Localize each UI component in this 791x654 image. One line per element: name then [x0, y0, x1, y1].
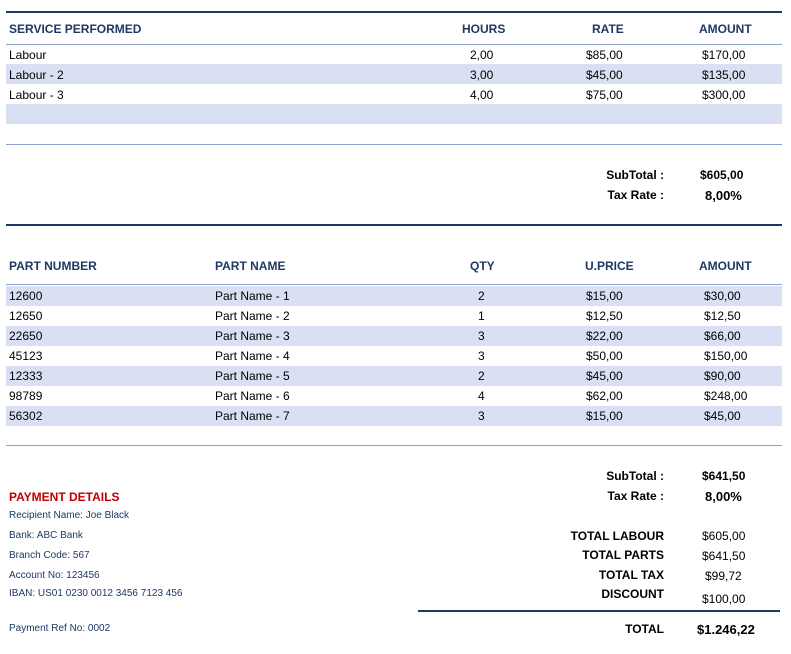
part-uprice: $15,00: [586, 409, 623, 423]
part-name: Part Name - 2: [215, 309, 290, 323]
part-uprice: $15,00: [586, 289, 623, 303]
qty-header: QTY: [470, 259, 495, 273]
payment-branch: Branch Code: 567: [9, 550, 90, 561]
part-name: Part Name - 1: [215, 289, 290, 303]
services-subtotal-label: SubTotal :: [606, 168, 664, 182]
service-rate: $75,00: [586, 88, 623, 102]
parts-subtotal-value: $641,50: [702, 469, 746, 483]
discount-label: DISCOUNT: [601, 587, 664, 601]
part-number: 12333: [9, 369, 43, 383]
total-labour-label: TOTAL LABOUR: [570, 529, 664, 543]
part-amount: $150,00: [704, 349, 748, 363]
total-tax-value: $99,72: [705, 569, 742, 583]
part-amount: $45,00: [704, 409, 741, 423]
services-taxrate-label: Tax Rate :: [607, 188, 664, 202]
parts-bottom-rule: [6, 445, 782, 446]
services-bottom-rule: [6, 144, 782, 145]
part-row: 12600 Part Name - 1 2 $15,00 $30,00: [6, 286, 782, 306]
total-rule: [418, 610, 780, 612]
total-parts-label: TOTAL PARTS: [582, 548, 664, 562]
service-rate: $85,00: [586, 48, 623, 62]
part-amount: $12,50: [704, 309, 741, 323]
part-uprice: $62,00: [586, 389, 623, 403]
part-name: Part Name - 5: [215, 369, 290, 383]
services-taxrate-value: 8,00%: [705, 188, 742, 203]
part-amount: $248,00: [704, 389, 748, 403]
service-row: Labour - 2 3,00 $45,00 $135,00: [6, 65, 782, 85]
parts-subtotal-label: SubTotal :: [606, 469, 664, 483]
service-hours: 2,00: [470, 48, 494, 62]
total-label: TOTAL: [625, 622, 664, 636]
part-number: 45123: [9, 349, 43, 363]
part-amount: $90,00: [704, 369, 741, 383]
payment-details-title: PAYMENT DETAILS: [9, 490, 120, 504]
service-header: SERVICE PERFORMED: [9, 22, 142, 36]
service-name: Labour - 2: [9, 68, 64, 82]
part-name: Part Name - 3: [215, 329, 290, 343]
part-qty: 4: [478, 389, 485, 403]
part-row: 22650 Part Name - 3 3 $22,00 $66,00: [6, 326, 782, 346]
part-number: 12650: [9, 309, 43, 323]
total-tax-label: TOTAL TAX: [598, 568, 664, 582]
part-number: 12600: [9, 289, 43, 303]
part-uprice: $45,00: [586, 369, 623, 383]
hours-header: HOURS: [462, 22, 506, 36]
part-amount: $66,00: [704, 329, 741, 343]
part-uprice: $12,50: [586, 309, 623, 323]
part-row: 45123 Part Name - 4 3 $50,00 $150,00: [6, 346, 782, 366]
service-name: Labour: [9, 48, 47, 62]
payment-account: Account No: 123456: [9, 570, 100, 581]
part-uprice: $50,00: [586, 349, 623, 363]
payment-iban: IBAN: US01 0230 0012 3456 7123 456: [9, 588, 183, 599]
total-labour-value: $605,00: [702, 529, 746, 543]
part-row: 98789 Part Name - 6 4 $62,00 $248,00: [6, 386, 782, 406]
part-name: Part Name - 4: [215, 349, 290, 363]
service-rate: $45,00: [586, 68, 623, 82]
part-number: 56302: [9, 409, 43, 423]
service-hours: 4,00: [470, 88, 494, 102]
total-parts-value: $641,50: [702, 549, 746, 563]
part-qty: 3: [478, 409, 485, 423]
services-subtotal-value: $605,00: [700, 168, 744, 182]
part-number-header: PART NUMBER: [9, 259, 97, 273]
services-top-rule: [6, 11, 782, 13]
amount-header: AMOUNT: [699, 22, 752, 36]
service-amount: $135,00: [702, 68, 746, 82]
part-name-header: PART NAME: [215, 259, 286, 273]
discount-value: $100,00: [702, 592, 746, 606]
part-row: 12333 Part Name - 5 2 $45,00 $90,00: [6, 366, 782, 386]
parts-taxrate-label: Tax Rate :: [607, 489, 664, 503]
part-qty: 3: [478, 349, 485, 363]
part-number: 22650: [9, 329, 43, 343]
parts-taxrate-value: 8,00%: [705, 489, 742, 504]
payment-recipient: Recipient Name: Joe Black: [9, 510, 130, 521]
part-qty: 1: [478, 309, 485, 323]
service-row: Labour - 3 4,00 $75,00 $300,00: [6, 85, 782, 105]
part-name: Part Name - 6: [215, 389, 290, 403]
payment-ref: Payment Ref No: 0002: [9, 623, 111, 634]
rate-header: RATE: [592, 22, 624, 36]
row-band: [6, 104, 782, 124]
total-value: $1.246,22: [697, 622, 755, 637]
uprice-header: U.PRICE: [585, 259, 634, 273]
parts-amount-header: AMOUNT: [699, 259, 752, 273]
parts-header-rule: [6, 284, 782, 285]
service-hours: 3,00: [470, 68, 494, 82]
parts-top-rule: [6, 224, 782, 226]
payment-bank: Bank: ABC Bank: [9, 530, 83, 541]
part-qty: 2: [478, 369, 485, 383]
part-qty: 2: [478, 289, 485, 303]
part-uprice: $22,00: [586, 329, 623, 343]
part-row: 56302 Part Name - 7 3 $15,00 $45,00: [6, 406, 782, 426]
service-row: Labour 2,00 $85,00 $170,00: [6, 45, 782, 65]
part-row: 12650 Part Name - 2 1 $12,50 $12,50: [6, 306, 782, 326]
part-amount: $30,00: [704, 289, 741, 303]
part-qty: 3: [478, 329, 485, 343]
part-number: 98789: [9, 389, 43, 403]
service-name: Labour - 3: [9, 88, 64, 102]
part-name: Part Name - 7: [215, 409, 290, 423]
service-amount: $300,00: [702, 88, 746, 102]
service-amount: $170,00: [702, 48, 746, 62]
